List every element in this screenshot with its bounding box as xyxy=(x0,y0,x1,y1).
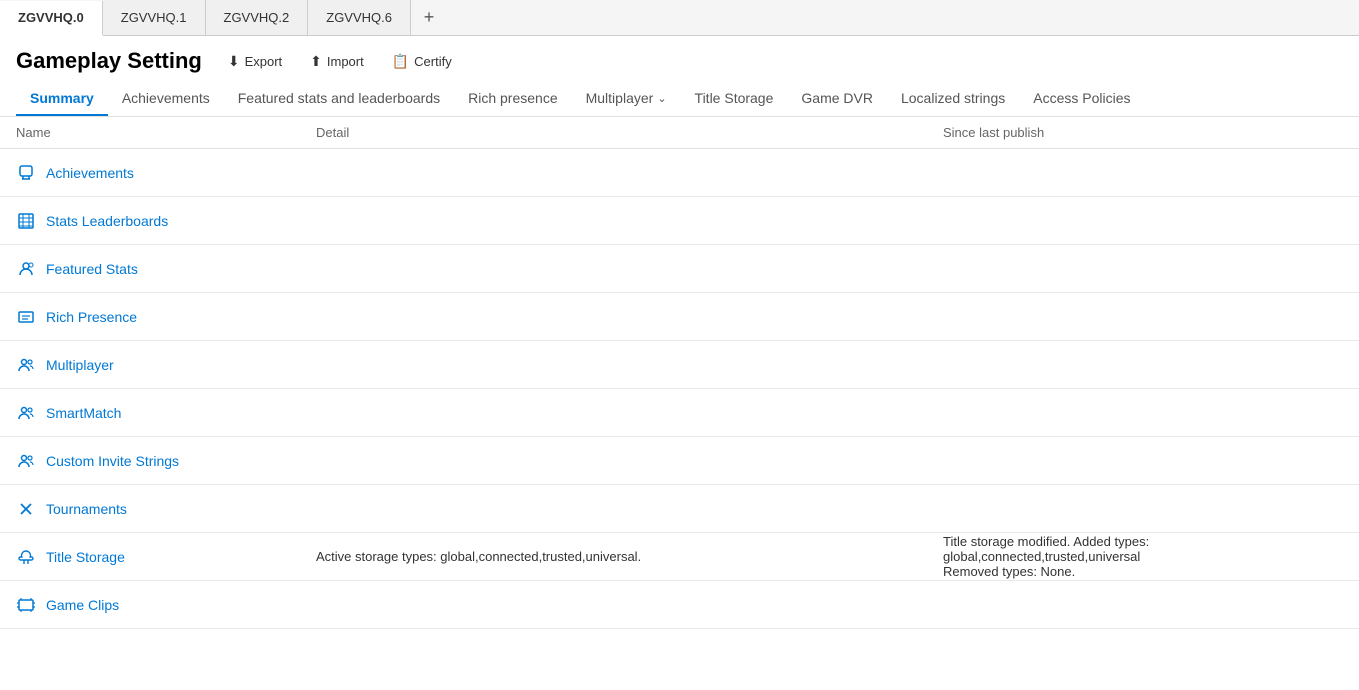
export-button[interactable]: ⬇ Export xyxy=(222,49,288,74)
nav-tab-nav-localized[interactable]: Localized strings xyxy=(887,82,1019,116)
table-row: Featured Stats xyxy=(0,245,1359,293)
add-tab-button[interactable]: + xyxy=(411,0,447,35)
table-row: Custom Invite Strings xyxy=(0,437,1359,485)
col-detail-header: Detail xyxy=(316,125,943,140)
tab-tab0[interactable]: ZGVVHQ.0 xyxy=(0,1,103,36)
row-name-multiplayer[interactable]: Multiplayer xyxy=(16,355,316,375)
row-name-text: Achievements xyxy=(46,165,134,181)
nav-tab-nav-rich[interactable]: Rich presence xyxy=(454,82,572,116)
nav-tab-nav-title-storage[interactable]: Title Storage xyxy=(681,82,788,116)
row-name-text: Multiplayer xyxy=(46,357,114,373)
row-name-title-storage[interactable]: Title Storage xyxy=(16,547,316,567)
export-icon: ⬇ xyxy=(228,53,240,70)
nav-tabs: Summary Achievements Featured stats and le… xyxy=(0,82,1359,117)
table-row: Multiplayer xyxy=(0,341,1359,389)
table-row: Tournaments xyxy=(0,485,1359,533)
smartmatch-icon xyxy=(16,403,36,423)
table-row: Rich Presence xyxy=(0,293,1359,341)
import-button[interactable]: ⬆ Import xyxy=(304,49,370,74)
nav-tab-nav-multiplayer[interactable]: Multiplayer⌄ xyxy=(572,82,681,116)
nav-tab-nav-featured[interactable]: Featured stats and leaderboards xyxy=(224,82,454,116)
nav-tab-label: Rich presence xyxy=(468,90,558,106)
tab-tab3[interactable]: ZGVVHQ.6 xyxy=(308,0,411,35)
table-row: SmartMatch xyxy=(0,389,1359,437)
col-name-header: Name xyxy=(16,125,316,140)
row-name-custom-invite[interactable]: Custom Invite Strings xyxy=(16,451,316,471)
nav-tab-label: Summary xyxy=(30,90,94,106)
table-header: Name Detail Since last publish xyxy=(0,117,1359,149)
custom-invite-icon xyxy=(16,451,36,471)
featured-stats-icon xyxy=(16,259,36,279)
row-name-text: Custom Invite Strings xyxy=(46,453,179,469)
nav-tab-label: Multiplayer xyxy=(586,90,654,106)
row-detail-title-storage: Active storage types: global,connected,t… xyxy=(316,549,943,564)
row-name-stats-leaderboards[interactable]: Stats Leaderboards xyxy=(16,211,316,231)
row-name-text: Title Storage xyxy=(46,549,125,565)
row-name-text: Featured Stats xyxy=(46,261,138,277)
table-row: Title Storage Active storage types: globa… xyxy=(0,533,1359,581)
row-name-text: SmartMatch xyxy=(46,405,121,421)
nav-tab-nav-game-dvr[interactable]: Game DVR xyxy=(787,82,887,116)
col-since-header: Since last publish xyxy=(943,125,1343,140)
row-name-text: Tournaments xyxy=(46,501,127,517)
certify-icon: 📋 xyxy=(392,53,409,70)
achievements-icon xyxy=(16,163,36,183)
tab-bar: ZGVVHQ.0ZGVVHQ.1ZGVVHQ.2ZGVVHQ.6+ xyxy=(0,0,1359,36)
multiplayer-icon xyxy=(16,355,36,375)
table-row: Stats Leaderboards xyxy=(0,197,1359,245)
title-storage-icon xyxy=(16,547,36,567)
nav-tab-nav-access[interactable]: Access Policies xyxy=(1019,82,1144,116)
table-row: Game Clips xyxy=(0,581,1359,629)
nav-tab-label: Game DVR xyxy=(801,90,873,106)
nav-tab-nav-summary[interactable]: Summary xyxy=(16,82,108,116)
header-actions: ⬇ Export ⬆ Import 📋 Certify xyxy=(222,49,458,74)
certify-button[interactable]: 📋 Certify xyxy=(386,49,458,74)
nav-tab-label: Localized strings xyxy=(901,90,1005,106)
rich-presence-icon xyxy=(16,307,36,327)
row-name-rich-presence[interactable]: Rich Presence xyxy=(16,307,316,327)
nav-tab-label: Access Policies xyxy=(1033,90,1130,106)
row-since-title-storage: Title storage modified. Added types: glo… xyxy=(943,534,1343,579)
tournaments-icon xyxy=(16,499,36,519)
page-title: Gameplay Setting xyxy=(16,48,202,74)
row-name-text: Game Clips xyxy=(46,597,119,613)
import-icon: ⬆ xyxy=(310,53,322,70)
tab-tab2[interactable]: ZGVVHQ.2 xyxy=(206,0,309,35)
game-clips-icon xyxy=(16,595,36,615)
page-header: Gameplay Setting ⬇ Export ⬆ Import 📋 Cer… xyxy=(0,36,1359,82)
chevron-down-icon: ⌄ xyxy=(657,92,666,105)
row-name-tournaments[interactable]: Tournaments xyxy=(16,499,316,519)
nav-tab-nav-achievements[interactable]: Achievements xyxy=(108,82,224,116)
row-name-text: Stats Leaderboards xyxy=(46,213,168,229)
tab-tab1[interactable]: ZGVVHQ.1 xyxy=(103,0,206,35)
summary-rows: Achievements Stats Leaderboards Featured S… xyxy=(0,149,1359,629)
row-name-featured-stats[interactable]: Featured Stats xyxy=(16,259,316,279)
nav-tab-label: Title Storage xyxy=(695,90,774,106)
stats-leaderboards-icon xyxy=(16,211,36,231)
nav-tab-label: Achievements xyxy=(122,90,210,106)
table-row: Achievements xyxy=(0,149,1359,197)
row-name-text: Rich Presence xyxy=(46,309,137,325)
row-name-achievements[interactable]: Achievements xyxy=(16,163,316,183)
row-name-game-clips[interactable]: Game Clips xyxy=(16,595,316,615)
row-name-smartmatch[interactable]: SmartMatch xyxy=(16,403,316,423)
nav-tab-label: Featured stats and leaderboards xyxy=(238,90,440,106)
